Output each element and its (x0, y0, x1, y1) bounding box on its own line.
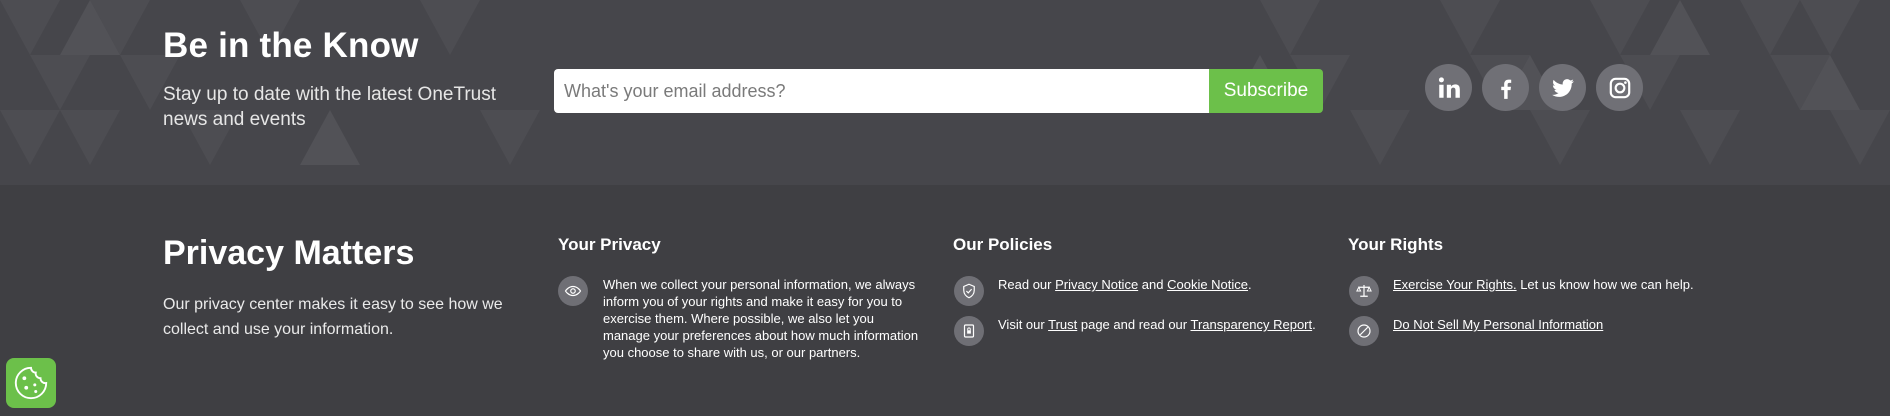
twitter-icon (1551, 78, 1574, 97)
rights-line-1: Exercise Your Rights. Let us know how we… (1393, 276, 1793, 293)
shield-check-icon (954, 276, 984, 306)
policies-line-2: Visit our Trust page and read our Transp… (998, 316, 1338, 333)
our-policies-title: Our Policies (953, 235, 1053, 254)
policies-text: Visit our (998, 317, 1049, 332)
linkedin-icon (1438, 76, 1460, 98)
linkedin-link[interactable] (1425, 64, 1472, 111)
your-privacy-title: Your Privacy (558, 235, 661, 254)
exercise-rights-link[interactable]: Exercise Your Rights. (1393, 277, 1517, 292)
email-input[interactable] (554, 69, 1210, 113)
transparency-report-link[interactable]: Transparency Report (1191, 317, 1313, 332)
cookie-icon (14, 366, 48, 400)
instagram-link[interactable] (1596, 64, 1643, 111)
your-rights-title: Your Rights (1348, 235, 1444, 254)
facebook-icon (1500, 79, 1511, 99)
policies-text: . (1312, 317, 1316, 332)
subscribe-button[interactable]: Subscribe (1209, 69, 1323, 113)
eye-icon (558, 276, 588, 306)
privacy-notice-link[interactable]: Privacy Notice (1055, 277, 1138, 292)
rights-line-2: Do Not Sell My Personal Information (1393, 316, 1793, 333)
rights-text: Let us know how we can help. (1516, 277, 1694, 292)
facebook-link[interactable] (1482, 64, 1529, 111)
your-privacy-text: When we collect your personal informatio… (603, 277, 919, 360)
policies-text: Read our (998, 277, 1056, 292)
cookie-notice-link[interactable]: Cookie Notice (1167, 277, 1248, 292)
newsletter-title: Be in the Know (163, 26, 419, 65)
privacy-matters-title: Privacy Matters (163, 234, 415, 272)
newsletter-section: Be in the Know Stay up to date with the … (0, 0, 1890, 185)
policies-text: . (1248, 277, 1252, 292)
policies-text: and (1138, 277, 1168, 292)
lock-document-icon (954, 316, 984, 346)
cookie-settings-button[interactable] (6, 358, 56, 408)
policies-text: page and read our (1077, 317, 1191, 332)
do-not-sell-link[interactable]: Do Not Sell My Personal Information (1393, 317, 1603, 332)
policies-line-1: Read our Privacy Notice and Cookie Notic… (998, 276, 1338, 293)
newsletter-subtitle: Stay up to date with the latest OneTrust… (163, 84, 497, 130)
trust-link[interactable]: Trust (1048, 317, 1077, 332)
prohibited-icon (1349, 316, 1379, 346)
privacy-description: Our privacy center makes it easy to see … (163, 296, 503, 338)
instagram-icon (1609, 77, 1630, 98)
scales-icon (1349, 276, 1379, 306)
twitter-link[interactable] (1539, 64, 1586, 111)
